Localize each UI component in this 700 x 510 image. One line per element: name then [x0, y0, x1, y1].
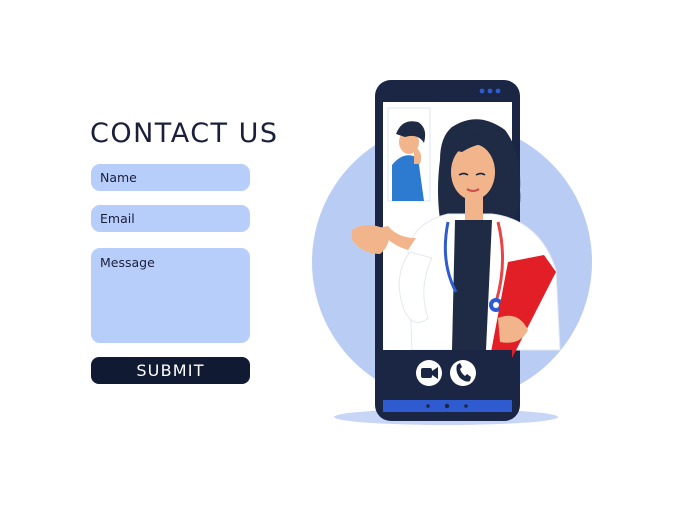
contact-form: CONTACT US SUBMIT [0, 0, 330, 510]
submit-button[interactable]: SUBMIT [91, 357, 250, 384]
page-title: CONTACT US [90, 118, 279, 149]
message-field[interactable] [91, 248, 250, 343]
video-camera-icon[interactable] [416, 360, 442, 386]
patient-thumbnail [387, 107, 431, 202]
telemedicine-illustration [312, 80, 592, 425]
video-call-bar [383, 350, 512, 400]
phone-call-icon[interactable] [450, 360, 476, 386]
name-field[interactable] [91, 164, 250, 191]
email-field[interactable] [91, 205, 250, 232]
